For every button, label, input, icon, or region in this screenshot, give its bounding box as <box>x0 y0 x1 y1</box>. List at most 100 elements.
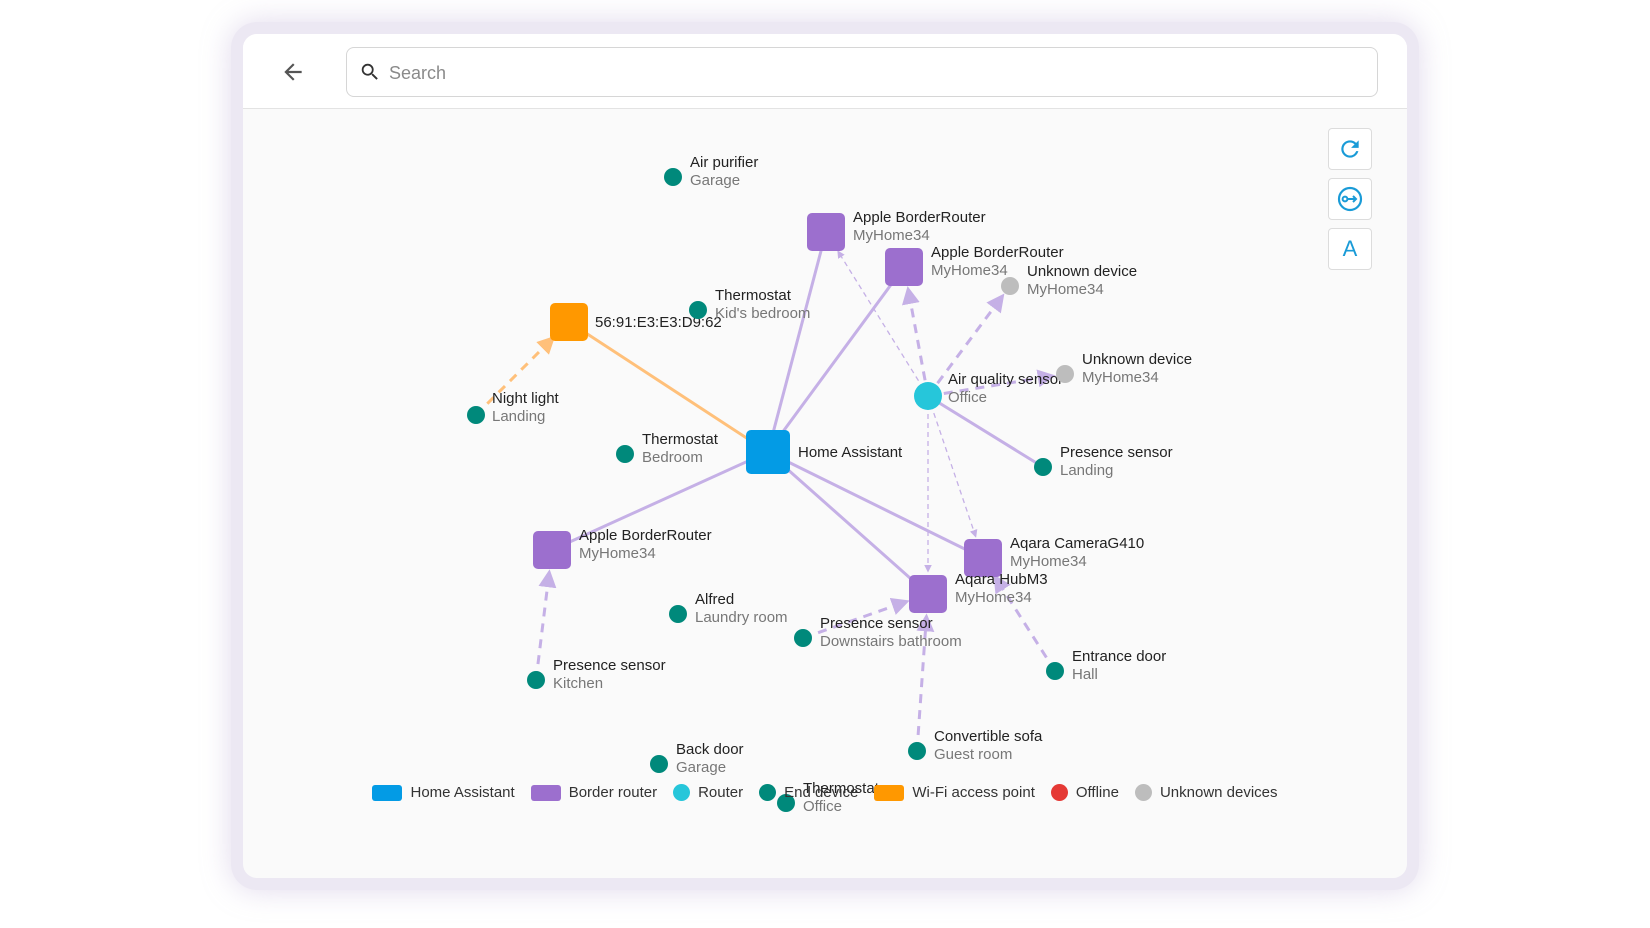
node-name: Aqara CameraG410 <box>1010 535 1144 552</box>
node-br3[interactable]: Apple BorderRouterMyHome34 <box>533 527 712 569</box>
node-marker <box>527 671 545 689</box>
legend-item-home-assistant: Home Assistant <box>372 784 515 801</box>
node-marker <box>664 168 682 186</box>
node-night[interactable]: Night lightLanding <box>467 390 560 425</box>
labels-letter: A <box>1342 236 1358 261</box>
legend-swatch <box>530 784 561 801</box>
legend-label: End device <box>784 784 859 801</box>
legend-label: Offline <box>1075 784 1119 801</box>
node-airpur[interactable]: Air purifierGarage <box>664 154 758 189</box>
node-name: Entrance door <box>1072 648 1166 665</box>
node-aqhub[interactable]: Aqara HubM3MyHome34 <box>909 571 1048 613</box>
node-entrance[interactable]: Entrance doorHall <box>1046 648 1166 683</box>
node-marker <box>914 382 942 410</box>
node-thermbed[interactable]: ThermostatBedroom <box>616 431 719 466</box>
legend-item-router: Router <box>673 784 743 801</box>
node-unk2[interactable]: Unknown deviceMyHome34 <box>1056 351 1192 386</box>
legend-label: Border router <box>568 784 658 801</box>
node-name: Home Assistant <box>798 444 903 461</box>
node-marker <box>909 575 947 613</box>
legend-item-end-device: End device <box>759 784 858 801</box>
node-marker <box>689 301 707 319</box>
legend-swatch <box>673 784 691 801</box>
node-unk1[interactable]: Unknown deviceMyHome34 <box>1001 263 1137 298</box>
node-area: Hall <box>1072 666 1098 683</box>
node-marker <box>746 430 790 474</box>
edge-ha-aqcam <box>767 450 984 560</box>
node-area: Bedroom <box>642 449 703 466</box>
refresh-icon <box>1341 140 1359 158</box>
node-name: Presence sensor <box>820 615 933 632</box>
node-area: Office <box>948 389 987 406</box>
search-box[interactable] <box>346 47 1378 97</box>
legend-item-border-router: Border router <box>530 784 658 801</box>
node-area: Guest room <box>934 746 1012 763</box>
node-area: Garage <box>676 759 726 776</box>
node-area: MyHome34 <box>853 227 930 244</box>
node-area: Kid's bedroom <box>715 305 810 322</box>
node-alfred[interactable]: AlfredLaundry room <box>669 591 788 626</box>
search-input[interactable] <box>387 58 1351 88</box>
node-preskit[interactable]: Presence sensorKitchen <box>527 657 666 692</box>
node-presland[interactable]: Presence sensorLanding <box>1034 444 1173 479</box>
node-area: Laundry room <box>695 609 788 626</box>
legend-swatch <box>372 784 403 801</box>
legend-item-offline: Offline <box>1050 784 1119 801</box>
edge-ha-aqhub <box>767 450 929 596</box>
legend-swatch <box>759 784 777 801</box>
node-area: MyHome34 <box>955 589 1032 606</box>
node-area: Garage <box>690 172 740 189</box>
node-area: MyHome34 <box>579 545 656 562</box>
legend-swatch <box>1134 784 1152 801</box>
layout-button[interactable] <box>1328 178 1372 220</box>
node-name: Apple BorderRouter <box>931 244 1064 261</box>
arrow-left-icon <box>284 63 302 81</box>
node-name: Thermostat <box>642 431 719 448</box>
node-name: Presence sensor <box>1060 444 1173 461</box>
node-name: Air purifier <box>690 154 758 171</box>
refresh-button[interactable] <box>1328 128 1372 170</box>
back-button[interactable] <box>273 52 313 92</box>
node-area: MyHome34 <box>1082 369 1159 386</box>
node-area: MyHome34 <box>931 262 1008 279</box>
node-air[interactable]: Air quality sensorOffice <box>914 371 1063 410</box>
node-backdoor[interactable]: Back doorGarage <box>650 741 744 776</box>
network-visualization-window: Home Assistant Apple BorderRouter MyHome34… <box>243 34 1407 878</box>
search-icon <box>361 63 378 80</box>
node-marker <box>1056 365 1074 383</box>
node-area: Kitchen <box>553 675 603 692</box>
node-name: Air quality sensor <box>948 371 1063 388</box>
node-name: Thermostat <box>715 287 792 304</box>
network-graph[interactable]: Home AssistantApple BorderRouterMyHome34… <box>243 34 1407 878</box>
edge-preskit-br3 <box>534 569 557 681</box>
edge-air-presland <box>927 394 1044 469</box>
node-name: Night light <box>492 390 560 407</box>
node-marker <box>908 742 926 760</box>
node-ha[interactable]: Home Assistant <box>746 430 903 474</box>
node-marker <box>885 248 923 286</box>
legend-item-wi-fi-access-point: Wi-Fi access point <box>874 784 1035 801</box>
node-name: Aqara HubM3 <box>955 571 1048 588</box>
node-name: Apple BorderRouter <box>853 209 986 226</box>
toggle-labels-button[interactable]: A <box>1328 228 1372 270</box>
node-presdown[interactable]: Presence sensorDownstairs bathroom <box>794 615 962 650</box>
legend-label: Wi-Fi access point <box>912 784 1035 801</box>
node-name: Unknown device <box>1082 351 1192 368</box>
node-name: Apple BorderRouter <box>579 527 712 544</box>
legend-swatch <box>1050 784 1068 801</box>
node-name: Presence sensor <box>553 657 666 674</box>
edge-ha-br1 <box>766 231 828 453</box>
top-bar <box>243 34 1407 109</box>
legend-swatch <box>874 784 905 801</box>
node-marker <box>1046 662 1064 680</box>
node-marker <box>669 605 687 623</box>
node-marker <box>467 406 485 424</box>
node-area: Downstairs bathroom <box>820 633 962 650</box>
node-sofa[interactable]: Convertible sofaGuest room <box>908 728 1043 763</box>
node-marker <box>616 445 634 463</box>
legend-label: Home Assistant <box>410 784 515 801</box>
node-name: Alfred <box>695 591 734 608</box>
node-marker <box>807 213 845 251</box>
node-area: MyHome34 <box>1027 281 1104 298</box>
nodes-layer: Home AssistantApple BorderRouterMyHome34… <box>467 154 1192 815</box>
